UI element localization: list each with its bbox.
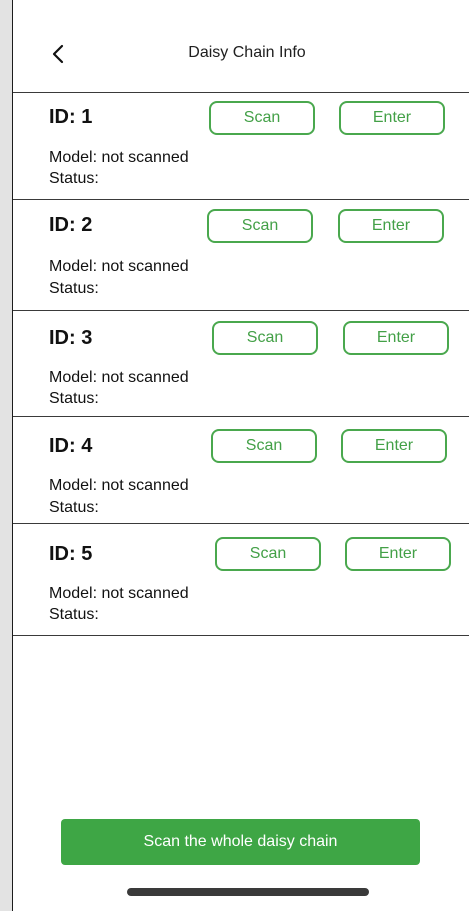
- device-status: Status:: [49, 606, 99, 623]
- app-header: Daisy Chain Info: [13, 0, 469, 93]
- device-id-label: ID: 4: [49, 435, 93, 457]
- page-title: Daisy Chain Info: [188, 44, 306, 61]
- enter-button[interactable]: Enter: [341, 429, 447, 463]
- device-row: ID: 5 Scan Enter Model: not scanned Stat…: [13, 524, 469, 636]
- scan-button[interactable]: Scan: [211, 429, 317, 463]
- scan-whole-chain-button[interactable]: Scan the whole daisy chain: [61, 819, 420, 865]
- enter-button[interactable]: Enter: [345, 537, 451, 571]
- enter-button[interactable]: Enter: [338, 209, 444, 243]
- scan-button[interactable]: Scan: [212, 321, 318, 355]
- screen: Daisy Chain Info ID: 1 Scan Enter Model:…: [12, 0, 469, 911]
- device-model: Model: not scanned: [49, 585, 189, 602]
- device-row: ID: 2 Scan Enter Model: not scanned Stat…: [13, 200, 469, 311]
- scan-button[interactable]: Scan: [207, 209, 313, 243]
- device-status: Status:: [49, 280, 99, 297]
- device-model: Model: not scanned: [49, 258, 189, 275]
- device-id-label: ID: 3: [49, 327, 93, 349]
- enter-button[interactable]: Enter: [339, 101, 445, 135]
- device-id-label: ID: 5: [49, 543, 93, 565]
- scan-button[interactable]: Scan: [209, 101, 315, 135]
- home-indicator[interactable]: [127, 888, 369, 896]
- device-model: Model: not scanned: [49, 477, 189, 494]
- device-model: Model: not scanned: [49, 369, 189, 386]
- device-status: Status:: [49, 170, 99, 187]
- enter-button[interactable]: Enter: [343, 321, 449, 355]
- device-id-label: ID: 2: [49, 214, 93, 236]
- device-model: Model: not scanned: [49, 149, 189, 166]
- device-row: ID: 3 Scan Enter Model: not scanned Stat…: [13, 311, 469, 417]
- device-row: ID: 1 Scan Enter Model: not scanned Stat…: [13, 93, 469, 200]
- device-status: Status:: [49, 499, 99, 516]
- device-id-label: ID: 1: [49, 106, 93, 128]
- device-row: ID: 4 Scan Enter Model: not scanned Stat…: [13, 417, 469, 524]
- scan-button[interactable]: Scan: [215, 537, 321, 571]
- device-status: Status:: [49, 390, 99, 407]
